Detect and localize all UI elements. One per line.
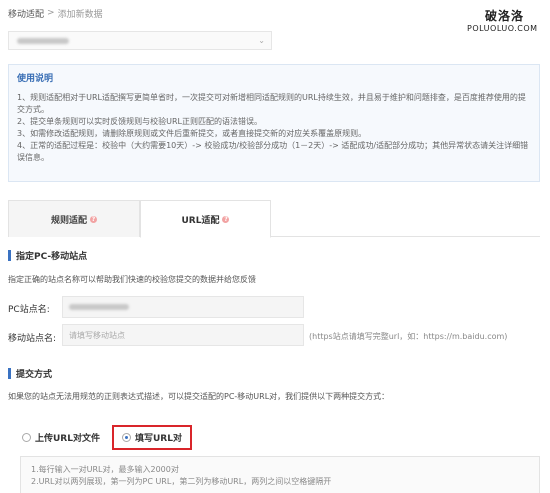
section-heading-submit-method: 提交方式 <box>8 367 52 380</box>
instructions-title: 使用说明 <box>17 74 54 84</box>
instruction-line: 1、规则适配相对于URL适配撰写更简单省时，一次提交可对新增相同适配规则的URL… <box>17 93 526 114</box>
section-bar <box>8 368 11 379</box>
instructions-panel: 使用说明 1、规则适配相对于URL适配撰写更简单省时，一次提交可对新增相同适配规… <box>8 64 540 182</box>
breadcrumb-parent-link[interactable]: 移动适配 <box>8 7 44 20</box>
instruction-line: 2、提交单条规则可以实时反馈规则与校验URL正则匹配的语法错误。 <box>17 117 262 126</box>
mobile-site-label: 移动站点名: <box>8 334 57 344</box>
section-title: 提交方式 <box>16 370 53 380</box>
radio-upload-file[interactable]: 上传URL对文件 <box>22 431 100 444</box>
radio-circle[interactable] <box>22 433 31 442</box>
section-description: 指定正确的站点名称可以帮助我们快速的校验您提交的数据并给您反馈 <box>8 275 256 284</box>
tab-rule-adapt[interactable]: 规则适配 ? <box>8 200 140 237</box>
site-select[interactable]: ⌄ <box>8 31 272 50</box>
breadcrumb-current: 添加新数据 <box>57 9 103 20</box>
watermark-english: POLUOLUO.COM <box>467 24 538 33</box>
mobile-site-hint: (https站点请填写完整url，如：https://m.baidu.com) <box>309 332 508 341</box>
radio-fill-url-pairs[interactable]: 填写URL对 <box>111 425 192 450</box>
section-bar <box>8 250 11 261</box>
radio-circle-selected[interactable] <box>121 433 131 442</box>
section-title: 指定PC-移动站点 <box>16 252 88 262</box>
tab-url-adapt[interactable]: URL适配 ? <box>140 200 271 238</box>
pc-site-label: PC站点名: <box>8 305 50 315</box>
instruction-line: 3、如需修改适配规则，请删除原规则或文件后重新提交，或者直接提交新的对应关系覆盖… <box>17 129 367 138</box>
help-icon[interactable]: ? <box>222 215 230 223</box>
pc-site-field <box>62 296 304 318</box>
site-select-blurred-value <box>17 37 69 44</box>
tab-label: 规则适配 <box>50 215 87 226</box>
section-heading-pc-mobile: 指定PC-移动站点 <box>8 249 87 262</box>
tab-bar: 规则适配 ? URL适配 ? <box>8 200 540 238</box>
radio-label: 上传URL对文件 <box>35 434 100 444</box>
tab-label: URL适配 <box>181 215 220 226</box>
url-pairs-textarea[interactable]: 1.每行输入一对URL对，最多输入2000对 2.URL对以两列展现，第一列为P… <box>20 456 540 493</box>
radio-label: 填写URL对 <box>134 434 182 444</box>
help-icon[interactable]: ? <box>90 215 97 223</box>
pc-site-blurred-value <box>69 304 129 310</box>
textarea-placeholder-line: 1.每行输入一对URL对，最多输入2000对 <box>31 465 179 474</box>
textarea-placeholder-line: 2.URL对以两列展现，第一列为PC URL，第二列为移动URL，两列之间以空格… <box>31 477 332 486</box>
breadcrumb: 移动适配 > 添加新数据 <box>8 6 103 20</box>
watermark-chinese: 破洛洛 <box>485 9 525 23</box>
breadcrumb-separator: > <box>47 8 55 18</box>
section-description: 如果您的站点无法用规范的正则表达式描述，可以提交适配的PC-移动URL对，我们提… <box>8 392 390 401</box>
instruction-line: 4、正常的适配过程是：校验中（大约需要10天）-> 校验成功/校验部分成功（1－… <box>17 141 529 162</box>
mobile-site-input[interactable]: 请填写移动站点 <box>62 324 304 346</box>
chevron-down-icon: ⌄ <box>258 36 265 45</box>
submit-method-radio-group: 上传URL对文件 填写URL对 <box>22 425 192 450</box>
